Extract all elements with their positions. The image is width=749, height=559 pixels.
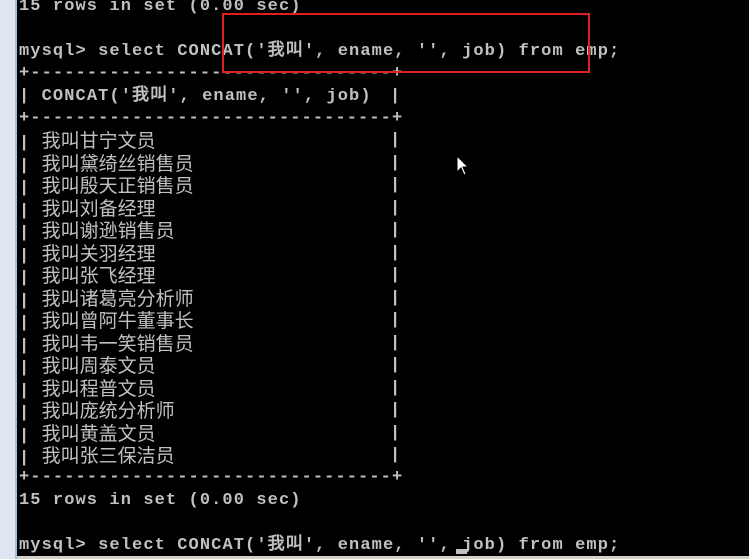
text-caret [456,549,467,554]
row-value: 我叫庞统分析师 [41,400,175,422]
table-right-border: | [390,198,401,218]
table-right-border: | [390,266,401,285]
highlight-box [222,13,590,73]
table-header-row: | CONCAT('我叫', ename, '', job) [19,87,372,106]
row-value: 我叫张三保洁员 [41,445,175,467]
row-value: 我叫周泰文员 [41,355,156,377]
table-right-border: | [390,243,401,263]
table-border-bottom: +--------------------------------+ [19,468,404,487]
input-line[interactable]: mysql> select CONCAT('我叫', ename, '', jo… [19,535,620,557]
row-value: 我叫张飞经理 [41,265,156,287]
row-value: 我叫诸葛亮分析师 [41,287,194,310]
row-value: 我叫关羽经理 [41,242,156,265]
table-row: | 我叫张三保洁员 [19,445,175,468]
table-row: | 我叫殷天正销售员 [19,175,194,198]
console-window[interactable]: 15 rows in set (0.00 sec) mysql> select … [17,0,749,556]
row-value: 我叫谢逊销售员 [41,220,175,242]
row-value: 我叫甘宁文员 [41,130,156,152]
table-right-border: | [390,401,401,420]
status-line-bottom: 15 rows in set (0.00 sec) [19,491,302,510]
table-right-border: | [390,356,401,375]
table-row: | 我叫黛绮丝销售员 [19,152,194,176]
table-right-border: | [390,176,401,195]
column-header: CONCAT('我叫', ename, '', job) [41,87,372,106]
table-row: | 我叫庞统分析师 [19,400,175,423]
table-right-border: | [390,333,401,353]
table-row: | 我叫黄盖文员 [19,422,156,446]
row-value: 我叫曾阿牛董事长 [41,310,194,332]
table-right-border: | [390,131,401,150]
row-value: 我叫黛绮丝销售员 [41,152,194,175]
row-value: 我叫程普文员 [41,377,156,400]
table-right-border: | [390,153,401,173]
row-value: 我叫黄盖文员 [41,422,156,445]
desktop-left-edge [0,0,17,559]
table-row: | 我叫关羽经理 [19,242,156,266]
row-value: 我叫韦一笑销售员 [41,332,194,355]
prompt: mysql> [19,42,87,61]
prompt: mysql> [19,536,87,555]
table-row: | 我叫谢逊销售员 [19,220,175,243]
table-right-border: | [390,378,401,398]
table-right-border: | [390,311,401,330]
table-row: | 我叫韦一笑销售员 [19,332,194,356]
table-right-border: | [390,87,401,106]
table-row: | 我叫诸葛亮分析师 [19,287,194,311]
table-row: | 我叫程普文员 [19,377,156,401]
mouse-pointer-icon [456,154,470,182]
row-value: 我叫刘备经理 [41,197,156,220]
table-right-border: | [390,423,401,443]
table-right-border: | [390,446,401,465]
table-row: | 我叫张飞经理 [19,265,156,288]
table-row: | 我叫甘宁文员 [19,130,156,153]
table-row: | 我叫曾阿牛董事长 [19,310,194,333]
row-value: 我叫殷天正销售员 [41,175,194,197]
table-right-border: | [390,221,401,240]
input-text[interactable]: select CONCAT('我叫', ename, '', job) from… [98,536,620,555]
table-right-border: | [390,288,401,308]
table-border-mid: +--------------------------------+ [19,109,404,128]
table-row: | 我叫刘备经理 [19,197,156,221]
table-row: | 我叫周泰文员 [19,355,156,378]
